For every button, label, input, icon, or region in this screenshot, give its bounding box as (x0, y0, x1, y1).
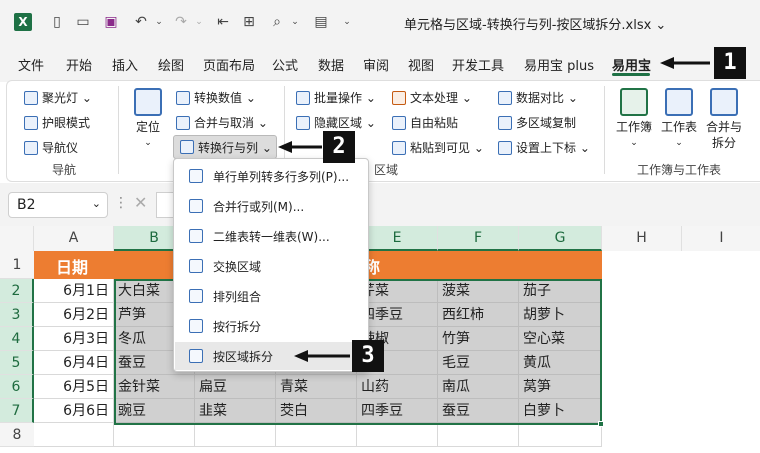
arrow-1-head (660, 57, 674, 69)
step-badge-1: 1 (714, 47, 746, 79)
step-badge-2: 2 (323, 131, 355, 163)
arrow-2-head (278, 141, 292, 153)
callout-arrows (278, 57, 710, 362)
arrow-3-head (294, 350, 308, 362)
step-badge-3: 3 (352, 340, 384, 372)
excel-window: X ▯ ▭ ▣ ↶ ⌄ ↷ ⌄ ⇤ ⊞ ⌕ ⌄ ▤ ⌄ 单元格与区域-转换行与列… (0, 0, 760, 453)
